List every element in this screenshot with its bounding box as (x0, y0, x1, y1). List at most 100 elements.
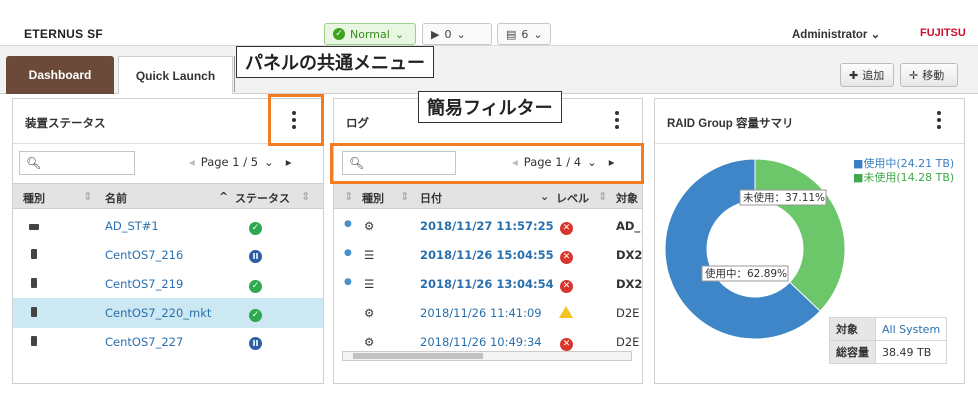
donut-label-used: 使用中：62.89% (701, 265, 789, 282)
kebab-menu-icon[interactable] (612, 111, 622, 129)
log-row[interactable]: ● ☰ 2018/11/26 15:04:55 ✕ DX2 (334, 240, 642, 270)
clipboard-icon: ▤ (506, 27, 517, 41)
sort-asc-icon: ^ (219, 190, 229, 203)
table-row[interactable]: CentOS7_219 ✓ (13, 269, 323, 299)
donut-slice-unused[interactable] (754, 158, 846, 312)
svg-text:使用中：62.89%: 使用中：62.89% (705, 267, 787, 280)
column-header-type[interactable]: 種別 (23, 190, 45, 206)
table-header: 種別 ⇕ 名前 ^ ステータス ⇕ (13, 183, 323, 209)
list-icon: ☰ (364, 248, 375, 262)
legend-unused: ■未使用(14.28 TB) (853, 171, 955, 184)
tab-dashboard[interactable]: Dashboard (6, 56, 114, 94)
user-menu[interactable]: Administrator ⌄ (792, 27, 880, 41)
system-status-button[interactable]: ✓ Normal ⌄ (324, 23, 416, 45)
gear-icon: ⚙ (364, 335, 375, 349)
device-name[interactable]: CentOS7_216 (105, 248, 183, 262)
chevron-down-icon: ⌄ (394, 27, 405, 41)
chevron-down-icon: ⌄ (456, 27, 466, 41)
job-count: 6 (521, 27, 529, 41)
server-icon (31, 277, 37, 291)
column-header-date[interactable]: 日付 (420, 190, 442, 206)
column-header-status[interactable]: ステータス (235, 190, 290, 206)
table-row[interactable]: AD_ST#1 ✓ (13, 211, 323, 241)
table-row[interactable]: CentOS7_227 II (13, 327, 323, 357)
device-name[interactable]: AD_ST#1 (105, 219, 159, 233)
raid-summary-panel: RAID Group 容量サマリ 使用中：62.89% 未使用：37.11% ■使… (654, 98, 965, 384)
alert-count: 0 (444, 27, 452, 41)
sort-icon: ⇕ (301, 190, 311, 203)
device-name[interactable]: CentOS7_220_mkt (105, 306, 211, 320)
top-bar: ETERNUS SF ✓ Normal ⌄ ▶ 0 ⌄ ▤ 6 ⌄ Admini… (0, 0, 978, 46)
log-target: DX2 (616, 248, 643, 262)
plus-icon: ✚ (849, 68, 859, 82)
next-page-icon[interactable]: ▸ (286, 155, 292, 169)
server-icon (31, 306, 37, 320)
log-row[interactable]: ● ☰ 2018/11/26 13:04:54 ✕ DX2 (334, 269, 642, 299)
column-header-type[interactable]: 種別 (362, 190, 384, 206)
summary-value-target[interactable]: All System (874, 317, 948, 341)
search-icon: 🔍︎ (26, 156, 42, 170)
summary-key-total: 総容量 (829, 340, 876, 364)
log-row[interactable]: ⚙ 2018/11/26 11:41:09 D2E (334, 298, 642, 328)
sort-icon: ⇕ (598, 190, 608, 203)
summary-value-total: 38.49 TB (874, 340, 948, 364)
tab-divider (234, 56, 235, 92)
device-name[interactable]: CentOS7_219 (105, 277, 183, 291)
move-icon: ✛ (909, 68, 919, 82)
tab-quick-launch[interactable]: Quick Launch (118, 56, 233, 94)
filter-callout: 簡易フィルター (418, 91, 562, 123)
system-status-label: Normal (350, 27, 390, 41)
add-button[interactable]: ✚ 追加 (840, 63, 894, 87)
sort-icon: ⇕ (83, 190, 93, 203)
app-brand: ETERNUS SF (24, 27, 104, 41)
summary-table: 対象 All System 総容量 38.49 TB (829, 317, 948, 364)
status-ok-icon: ✓ (249, 219, 262, 235)
gear-icon: ⚙ (364, 219, 375, 233)
table-header: ⇕ 種別 ⇕ 日付 ⌄ レベル ⇕ 対象 (334, 183, 642, 209)
kebab-menu-icon[interactable] (934, 111, 944, 129)
log-target: D2E (616, 335, 640, 349)
error-icon: ✕ (560, 248, 573, 264)
gear-icon: ⚙ (364, 306, 375, 320)
alerts-button[interactable]: ▶ 0 ⌄ (422, 23, 492, 45)
unread-dot-icon: ● (344, 248, 352, 258)
log-row[interactable]: ● ⚙ 2018/11/27 11:57:25 ✕ AD_ (334, 211, 642, 241)
log-date[interactable]: 2018/11/27 11:57:25 (420, 219, 554, 233)
prev-page-icon[interactable]: ◂ (189, 155, 195, 169)
column-header-target[interactable]: 対象 (616, 190, 638, 206)
add-label: 追加 (862, 69, 885, 82)
log-panel: ログ 🔍︎ ◂ Page 1 / 4 ⌄ ▸ ⇕ 種別 ⇕ 日付 ⌄ レベル ⇕… (333, 98, 643, 384)
log-target: AD_ (616, 219, 641, 233)
jobs-button[interactable]: ▤ 6 ⌄ (497, 23, 551, 45)
check-icon: ✓ (333, 28, 345, 40)
column-header-level[interactable]: レベル (556, 190, 589, 206)
sort-icon: ⇕ (344, 190, 354, 203)
table-row-selected[interactable]: CentOS7_220_mkt ✓ (13, 298, 323, 328)
panel-title: RAID Group 容量サマリ (667, 118, 794, 130)
status-paused-icon: II (249, 335, 262, 350)
log-date[interactable]: 2018/11/26 15:04:55 (420, 248, 554, 262)
column-header-name[interactable]: 名前 (105, 190, 127, 206)
page-indicator: Page 1 / 5 (200, 155, 259, 169)
device-name[interactable]: CentOS7_227 (105, 335, 183, 349)
filter-highlight (330, 143, 644, 184)
user-name: Administrator (792, 29, 868, 41)
move-button[interactable]: ✛ 移動 (900, 63, 958, 87)
server-icon (31, 248, 37, 262)
sort-desc-icon: ⌄ (540, 190, 550, 203)
log-date[interactable]: 2018/11/26 10:49:34 (420, 335, 542, 349)
log-date[interactable]: 2018/11/26 13:04:54 (420, 277, 554, 291)
play-icon: ▶ (431, 27, 440, 41)
pager: ◂ Page 1 / 5 ⌄ ▸ (189, 155, 292, 169)
log-date[interactable]: 2018/11/26 11:41:09 (420, 306, 542, 320)
table-row[interactable]: CentOS7_216 II (13, 240, 323, 270)
search-input[interactable]: 🔍︎ (19, 151, 135, 175)
scrollbar-thumb[interactable] (353, 353, 483, 359)
horizontal-scrollbar[interactable] (342, 351, 632, 361)
chevron-down-icon[interactable]: ⌄ (264, 155, 274, 169)
error-icon: ✕ (560, 277, 573, 293)
vendor-logo: FUJITSU (920, 27, 966, 39)
tab-bar: Dashboard Quick Launch (0, 46, 978, 94)
summary-key-target: 対象 (829, 317, 876, 341)
status-ok-icon: ✓ (249, 277, 262, 293)
